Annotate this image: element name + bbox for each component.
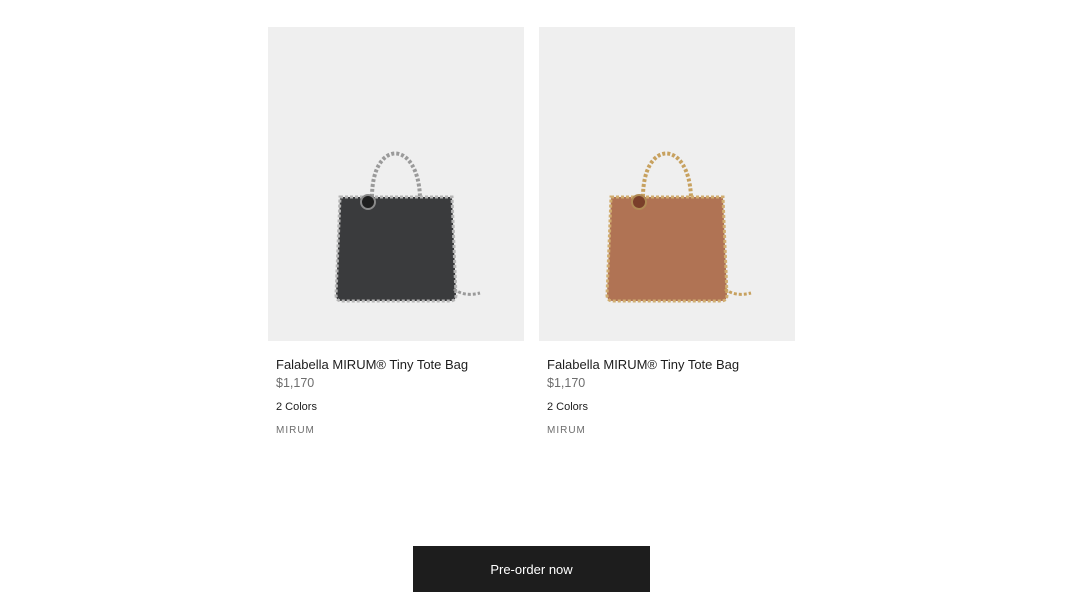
product-name[interactable]: Falabella MIRUM® Tiny Tote Bag xyxy=(276,357,524,373)
product-card[interactable]: Falabella MIRUM® Tiny Tote Bag $1,170 2 … xyxy=(268,27,524,437)
pre-order-button[interactable]: Pre-order now xyxy=(413,546,650,592)
product-colors: 2 Colors xyxy=(547,401,588,413)
product-material: MIRUM xyxy=(276,425,315,436)
product-card[interactable]: Falabella MIRUM® Tiny Tote Bag $1,170 2 … xyxy=(539,27,795,437)
product-colors: 2 Colors xyxy=(276,401,317,413)
product-material: MIRUM xyxy=(547,425,586,436)
black-tote-bag-image xyxy=(334,151,481,303)
product-name[interactable]: Falabella MIRUM® Tiny Tote Bag xyxy=(547,357,795,373)
product-image[interactable] xyxy=(268,27,524,341)
product-price: $1,170 xyxy=(276,376,315,390)
product-image[interactable] xyxy=(539,27,795,341)
product-grid: Falabella MIRUM® Tiny Tote Bag $1,170 2 … xyxy=(268,27,796,447)
tan-tote-bag-image xyxy=(605,151,752,303)
product-price: $1,170 xyxy=(547,376,586,390)
